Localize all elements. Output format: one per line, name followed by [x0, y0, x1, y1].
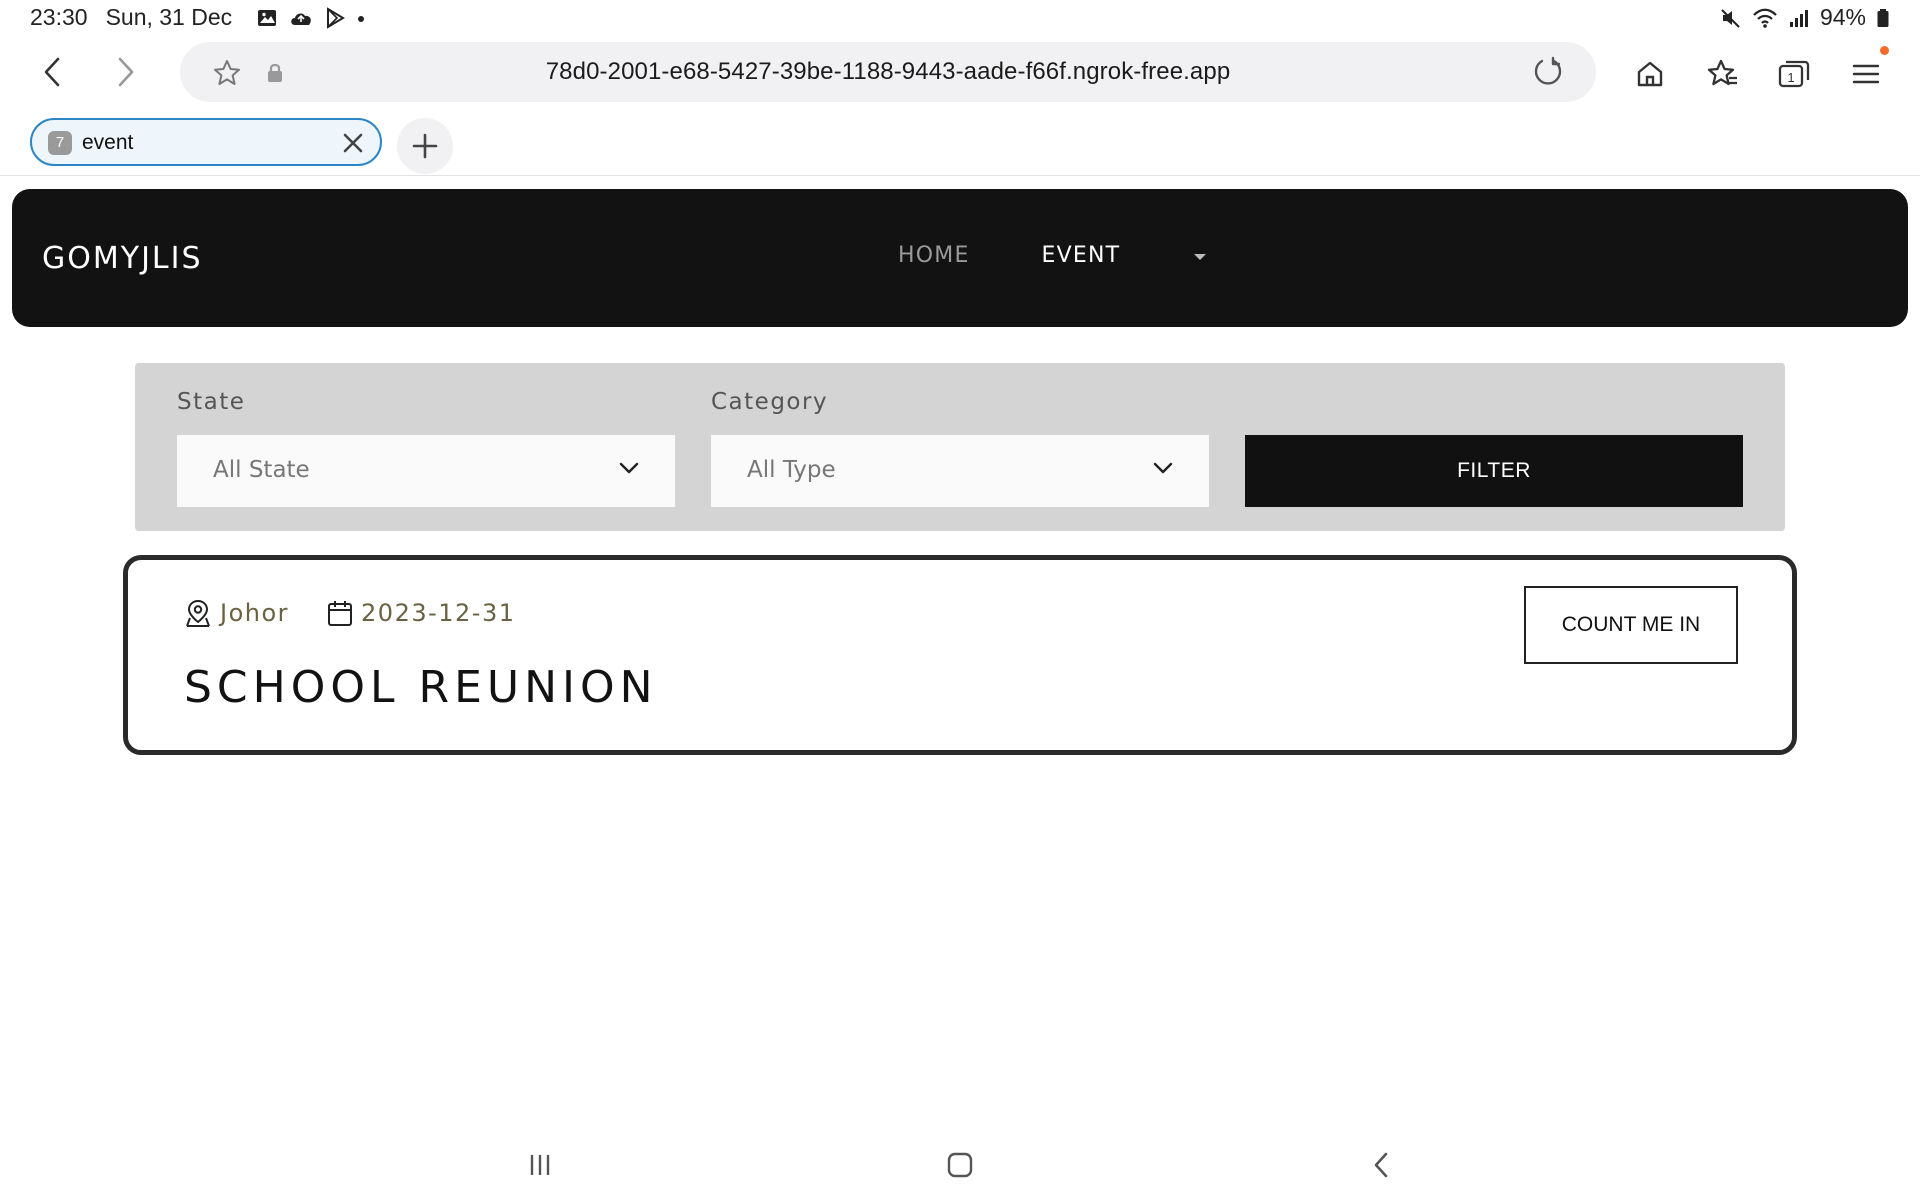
forward-button[interactable] — [106, 52, 146, 92]
wifi-icon — [1752, 7, 1778, 29]
event-title: SCHOOL REUNION — [184, 662, 658, 713]
back-button[interactable] — [32, 52, 72, 92]
new-tab-button[interactable] — [397, 118, 453, 174]
mute-icon — [1720, 7, 1742, 29]
tabs-icon: 1 — [1778, 60, 1810, 88]
reload-icon[interactable] — [1532, 56, 1564, 88]
play-store-icon — [324, 6, 346, 29]
svg-text:1: 1 — [1787, 70, 1794, 85]
chevron-right-icon — [118, 57, 134, 87]
tab-strip: 7 event — [0, 116, 1920, 176]
android-back-icon — [1374, 1152, 1388, 1178]
tab-count-badge: 7 — [48, 131, 72, 155]
filter-panel: State All State Category All Type FILTER — [135, 363, 1785, 531]
site-brand[interactable]: GOMYJLIS — [42, 241, 203, 276]
site-navbar: GOMYJLIS HOME EVENT — [12, 189, 1908, 327]
menu-button[interactable] — [1846, 54, 1886, 94]
battery-percent: 94% — [1819, 4, 1866, 30]
gallery-icon — [256, 7, 278, 29]
calendar-icon — [327, 599, 353, 627]
category-select[interactable]: All Type — [711, 435, 1209, 507]
android-nav-bar — [0, 1140, 1920, 1200]
category-select-value: All Type — [747, 457, 836, 483]
battery-icon — [1876, 7, 1890, 29]
browser-toolbar: 78d0-2001-e68-5427-39be-1188-9443-aade-f… — [0, 40, 1920, 104]
status-bar: 23:30 Sun, 31 Dec 94% — [0, 0, 1920, 35]
event-meta: Johor 2023-12-31 — [184, 598, 516, 628]
state-label: State — [177, 389, 246, 415]
site-nav-links: HOME EVENT — [898, 243, 1208, 268]
nav-dropdown-toggle[interactable] — [1192, 252, 1208, 262]
android-home-button[interactable] — [930, 1140, 990, 1190]
dot-icon — [356, 7, 366, 29]
event-date: 2023-12-31 — [361, 599, 516, 627]
bookmarks-star-icon — [1707, 59, 1737, 86]
chevron-down-icon — [619, 461, 639, 475]
bookmarks-button[interactable] — [1702, 54, 1742, 94]
nav-event-link[interactable]: EVENT — [1042, 243, 1121, 268]
caret-down-icon — [1194, 253, 1207, 260]
event-location: Johor — [220, 599, 290, 627]
hamburger-menu-icon — [1852, 64, 1880, 84]
close-tab-button[interactable] — [340, 130, 366, 156]
url-text[interactable]: 78d0-2001-e68-5427-39be-1188-9443-aade-f… — [180, 58, 1596, 86]
chevron-down-icon — [1153, 461, 1173, 475]
chevron-left-icon — [44, 57, 60, 87]
android-back-button[interactable] — [1352, 1140, 1412, 1190]
event-card: Johor 2023-12-31 SCHOOL REUNION COUNT ME… — [123, 555, 1797, 755]
status-time: 23:30 — [30, 4, 88, 30]
signal-icon — [1788, 7, 1810, 29]
nav-home-link[interactable]: HOME — [898, 243, 970, 268]
recent-apps-button[interactable] — [510, 1140, 570, 1190]
home-button[interactable] — [1630, 54, 1670, 94]
android-home-icon — [947, 1152, 973, 1178]
status-date: Sun, 31 Dec — [105, 4, 233, 30]
location-pin-icon — [184, 598, 212, 628]
tab-title[interactable]: event — [82, 131, 133, 155]
state-select[interactable]: All State — [177, 435, 675, 507]
cloud-icon — [288, 7, 314, 29]
tab-event[interactable]: 7 event — [30, 118, 382, 166]
plus-icon — [412, 133, 438, 159]
filter-button[interactable]: FILTER — [1245, 435, 1743, 507]
state-select-value: All State — [213, 457, 310, 483]
notification-dot — [1880, 46, 1889, 55]
count-me-in-button[interactable]: COUNT ME IN — [1524, 586, 1738, 664]
tabs-button[interactable]: 1 — [1774, 54, 1814, 94]
recent-apps-icon — [530, 1155, 550, 1175]
close-icon — [343, 133, 363, 153]
category-label: Category — [711, 389, 829, 415]
home-icon — [1637, 61, 1663, 87]
address-bar[interactable]: 78d0-2001-e68-5427-39be-1188-9443-aade-f… — [180, 42, 1596, 102]
